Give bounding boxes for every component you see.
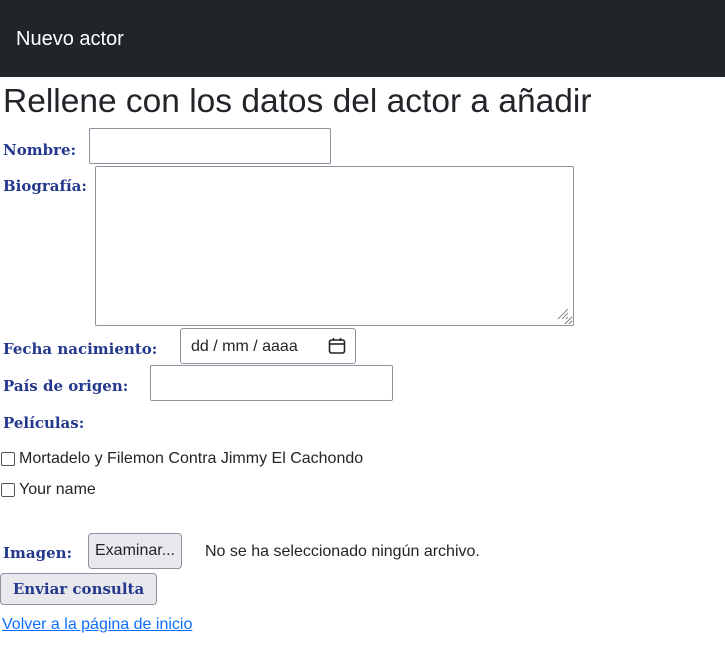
navbar-title[interactable]: Nuevo actor	[16, 26, 124, 52]
date-placeholder: dd / mm / aaaa	[191, 338, 298, 355]
nombre-input[interactable]	[89, 128, 331, 164]
fecha-date-input[interactable]: dd / mm / aaaa	[180, 328, 356, 364]
peliculas-label: Películas:	[3, 414, 85, 432]
biografia-textarea[interactable]	[95, 166, 574, 326]
biografia-label: Biografía:	[3, 177, 87, 195]
submit-button[interactable]: Enviar consulta	[0, 573, 157, 605]
nombre-label: Nombre:	[3, 141, 77, 159]
top-navbar: Nuevo actor	[0, 0, 725, 77]
calendar-icon[interactable]	[328, 337, 346, 355]
pelicula-checkbox-1[interactable]	[1, 452, 15, 466]
file-status-text: No se ha seleccionado ningún archivo.	[205, 543, 480, 560]
fecha-label: Fecha nacimiento:	[3, 340, 158, 358]
file-browse-button[interactable]: Examinar...	[88, 533, 183, 569]
pais-input[interactable]	[150, 365, 393, 401]
imagen-label: Imagen:	[3, 544, 73, 562]
back-home-link[interactable]: Volver a la página de inicio	[2, 615, 192, 635]
pelicula-option-label-1: Mortadelo y Filemon Contra Jimmy El Cach…	[19, 450, 364, 467]
pelicula-option-label-2: Your name	[19, 481, 96, 498]
pais-label: País de origen:	[3, 377, 129, 395]
pelicula-checkbox-2[interactable]	[1, 483, 15, 497]
page-title: Rellene con los datos del actor a añadir	[3, 83, 592, 120]
